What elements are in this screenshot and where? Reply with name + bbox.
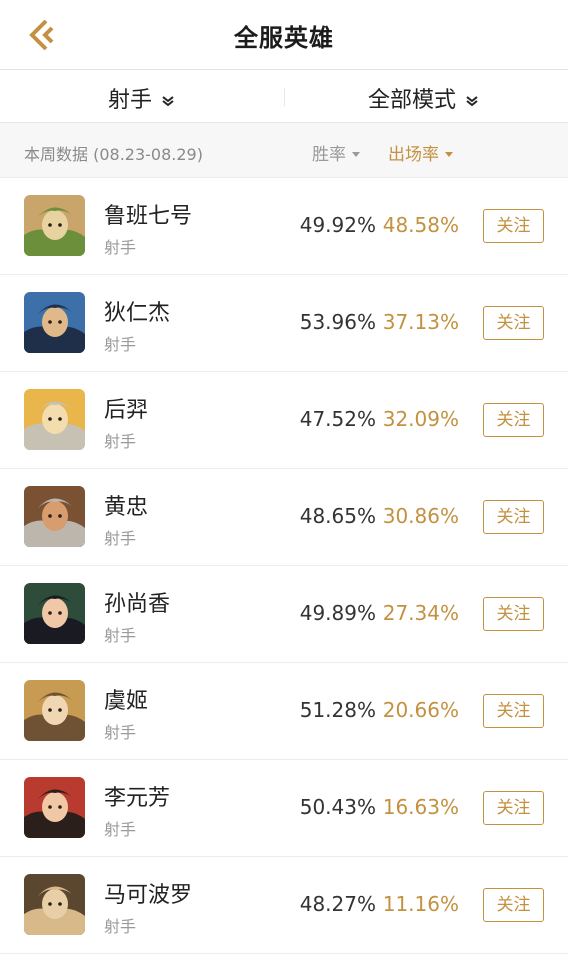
- hero-pickrate: 30.86%: [382, 504, 459, 528]
- makeboluo-avatar-icon: [24, 874, 85, 935]
- hero-role: 射手: [104, 917, 137, 936]
- mode-filter-dropdown[interactable]: 全部模式: [368, 82, 479, 114]
- follow-button[interactable]: 关注: [483, 403, 544, 437]
- hero-role: 射手: [104, 335, 137, 354]
- hero-pickrate: 11.16%: [382, 892, 459, 916]
- sunshangxiang-avatar-icon: [24, 583, 85, 644]
- hero-name: 马可波罗: [104, 883, 193, 908]
- hero-winrate: 49.92%: [299, 213, 376, 237]
- chevron-down-icon: [162, 96, 174, 107]
- hero-winrate: 53.96%: [299, 310, 376, 334]
- hero-pickrate: 48.58%: [382, 213, 459, 237]
- stats-header: 本周数据 (08.23-08.29) 胜率 出场率: [0, 123, 568, 178]
- follow-button[interactable]: 关注: [483, 888, 544, 922]
- hero-row[interactable]: 狄仁杰 射手 53.96% 37.13% 关注: [0, 275, 568, 372]
- sort-winrate-button[interactable]: 胜率: [312, 140, 360, 165]
- hero-name: 李元芳: [104, 786, 171, 811]
- hero-name: 黄忠: [104, 495, 149, 520]
- page-title: 全服英雄: [234, 24, 334, 52]
- follow-button[interactable]: 关注: [483, 597, 544, 631]
- hero-row[interactable]: 马可波罗 射手 48.27% 11.16% 关注: [0, 857, 568, 954]
- liyuanfang-avatar-icon: [24, 777, 85, 838]
- sort-pickrate-button[interactable]: 出场率: [388, 140, 453, 165]
- hero-pickrate: 37.13%: [382, 310, 459, 334]
- hero-winrate: 49.89%: [299, 601, 376, 625]
- hero-name: 鲁班七号: [104, 204, 193, 229]
- hero-winrate: 47.52%: [299, 407, 376, 431]
- yuji-avatar-icon: [24, 680, 85, 741]
- hero-name: 孙尚香: [104, 592, 171, 617]
- hero-pickrate: 27.34%: [382, 601, 459, 625]
- hero-list: 鲁班七号 射手 49.92% 48.58% 关注 狄仁杰 射手 53.96% 3…: [0, 178, 568, 954]
- follow-button[interactable]: 关注: [483, 306, 544, 340]
- hero-pickrate: 20.66%: [382, 698, 459, 722]
- hero-avatar[interactable]: [24, 195, 85, 256]
- filter-bar: 射手 全部模式: [0, 70, 568, 123]
- hero-role: 射手: [104, 820, 137, 839]
- hero-role: 射手: [104, 238, 137, 257]
- hero-row[interactable]: 孙尚香 射手 49.89% 27.34% 关注: [0, 566, 568, 663]
- hero-winrate: 50.43%: [299, 795, 376, 819]
- hero-winrate: 51.28%: [299, 698, 376, 722]
- hero-role: 射手: [104, 529, 137, 548]
- data-period-label: 本周数据 (08.23-08.29): [24, 145, 203, 164]
- hero-role: 射手: [104, 626, 137, 645]
- sort-winrate-label: 胜率: [312, 145, 346, 165]
- sort-triangle-icon: [445, 152, 453, 157]
- hero-pickrate: 16.63%: [382, 795, 459, 819]
- hero-avatar[interactable]: [24, 874, 85, 935]
- hero-avatar[interactable]: [24, 680, 85, 741]
- role-filter-label: 射手: [108, 88, 153, 113]
- hero-row[interactable]: 鲁班七号 射手 49.92% 48.58% 关注: [0, 178, 568, 275]
- hero-role: 射手: [104, 432, 137, 451]
- hero-avatar[interactable]: [24, 389, 85, 450]
- hero-row[interactable]: 虞姬 射手 51.28% 20.66% 关注: [0, 663, 568, 760]
- hero-winrate: 48.27%: [299, 892, 376, 916]
- hero-row[interactable]: 后羿 射手 47.52% 32.09% 关注: [0, 372, 568, 469]
- hero-row[interactable]: 李元芳 射手 50.43% 16.63% 关注: [0, 760, 568, 857]
- hero-name: 虞姬: [104, 689, 149, 714]
- hero-winrate: 48.65%: [299, 504, 376, 528]
- sort-pickrate-label: 出场率: [388, 145, 439, 165]
- chevron-down-icon: [466, 96, 478, 107]
- role-filter-dropdown[interactable]: 射手: [108, 82, 175, 114]
- hero-avatar[interactable]: [24, 292, 85, 353]
- mode-filter-label: 全部模式: [368, 88, 457, 113]
- follow-button[interactable]: 关注: [483, 694, 544, 728]
- follow-button[interactable]: 关注: [483, 791, 544, 825]
- hero-role: 射手: [104, 723, 137, 742]
- hero-row[interactable]: 黄忠 射手 48.65% 30.86% 关注: [0, 469, 568, 566]
- hero-avatar[interactable]: [24, 583, 85, 644]
- top-bar: 全服英雄: [0, 0, 568, 70]
- follow-button[interactable]: 关注: [483, 500, 544, 534]
- direnjie-avatar-icon: [24, 292, 85, 353]
- follow-button[interactable]: 关注: [483, 209, 544, 243]
- hero-name: 后羿: [104, 398, 149, 423]
- hero-pickrate: 32.09%: [382, 407, 459, 431]
- hero-avatar[interactable]: [24, 486, 85, 547]
- houyi-avatar-icon: [24, 389, 85, 450]
- huangzhong-avatar-icon: [24, 486, 85, 547]
- luban-avatar-icon: [24, 195, 85, 256]
- hero-name: 狄仁杰: [104, 301, 171, 326]
- hero-avatar[interactable]: [24, 777, 85, 838]
- divider: [284, 88, 285, 106]
- sort-triangle-icon: [352, 152, 360, 157]
